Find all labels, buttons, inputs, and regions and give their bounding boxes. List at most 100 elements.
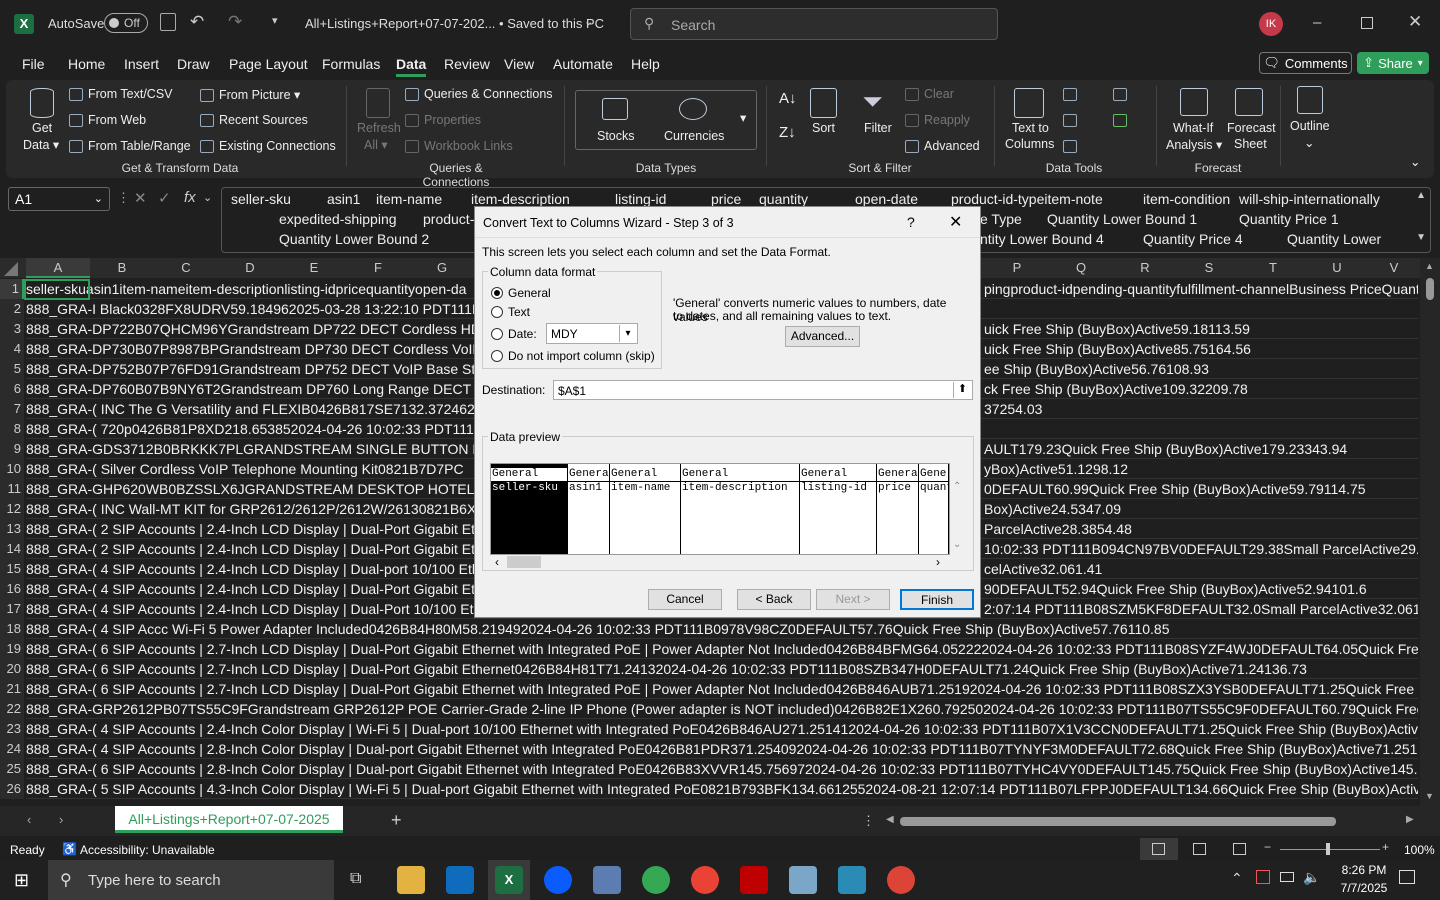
row-header[interactable]: 1 bbox=[0, 279, 24, 299]
skip-label[interactable]: Do not import column (skip) bbox=[508, 349, 655, 363]
get-data-button[interactable]: Data ▾ bbox=[23, 137, 59, 152]
collapse-ribbon-icon[interactable]: ⌄ bbox=[1410, 154, 1420, 169]
cancel-button[interactable]: Cancel bbox=[648, 589, 722, 610]
reapply-button[interactable]: Reapply bbox=[905, 113, 970, 128]
accessibility-status[interactable]: Accessibility: Unavailable bbox=[80, 843, 215, 857]
row-header[interactable]: 7 bbox=[0, 399, 24, 419]
confirm-entry-icon[interactable]: ✓ bbox=[158, 189, 171, 207]
column-header-b[interactable]: B bbox=[90, 258, 154, 278]
document-title[interactable]: All+Listings+Report+07-07-202... • Saved… bbox=[305, 16, 604, 31]
app-icon[interactable] bbox=[789, 866, 817, 894]
horizontal-scroll-thumb[interactable] bbox=[900, 817, 1336, 826]
column-header-r[interactable]: R bbox=[1113, 258, 1177, 278]
avatar[interactable]: IK bbox=[1259, 12, 1283, 36]
outline-button[interactable]: Outline bbox=[1290, 119, 1330, 133]
scroll-right-icon[interactable]: ▶ bbox=[1406, 814, 1414, 825]
menu-formulas[interactable]: Formulas bbox=[322, 56, 380, 72]
column-header-g[interactable]: G bbox=[410, 258, 474, 278]
date-format-select[interactable]: MDY ▾ bbox=[546, 323, 638, 344]
menu-insert[interactable]: Insert bbox=[124, 56, 159, 72]
zoom-app-icon[interactable] bbox=[544, 866, 572, 894]
remove-duplicates-icon[interactable] bbox=[1063, 114, 1077, 127]
scroll-down-icon[interactable]: ▼ bbox=[1425, 791, 1434, 801]
sort-z-a-icon[interactable]: Z↓ bbox=[779, 124, 796, 141]
filezilla-icon[interactable] bbox=[740, 866, 768, 894]
destination-input[interactable]: $A$1 ⬆ bbox=[553, 380, 973, 400]
row-header[interactable]: 8 bbox=[0, 419, 24, 439]
forecast-sheet-button[interactable]: Forecast bbox=[1227, 121, 1276, 135]
clear-button[interactable]: Clear bbox=[905, 87, 954, 102]
column-header-u[interactable]: U bbox=[1305, 258, 1369, 278]
column-header-d[interactable]: D bbox=[218, 258, 282, 278]
scroll-left-icon[interactable]: ◀ bbox=[886, 814, 894, 825]
customize-toolbar-icon[interactable]: ▾ bbox=[272, 14, 278, 27]
autosave-toggle[interactable]: Off bbox=[104, 13, 148, 33]
chevron-down-icon[interactable]: ⌄ bbox=[584, 15, 593, 28]
row-header[interactable]: 22 bbox=[0, 699, 24, 719]
data-validation-icon[interactable] bbox=[1063, 140, 1077, 153]
preview-scroll-thumb[interactable] bbox=[507, 556, 541, 568]
app-icon[interactable] bbox=[838, 866, 866, 894]
tray-chevron-icon[interactable]: ⌃ bbox=[1231, 870, 1243, 887]
menu-help[interactable]: Help bbox=[631, 56, 660, 72]
currencies-button[interactable]: Currencies bbox=[664, 129, 724, 143]
scroll-up-icon[interactable]: ▲ bbox=[1425, 261, 1434, 271]
chrome-profile-icon[interactable] bbox=[691, 866, 719, 894]
data-preview[interactable]: General seller-sku Genera asin1 General ite… bbox=[490, 463, 950, 555]
menu-view[interactable]: View bbox=[504, 56, 534, 72]
preview-column[interactable]: General item-description bbox=[681, 464, 800, 554]
column-header-t[interactable]: T bbox=[1241, 258, 1305, 278]
add-sheet-icon[interactable]: + bbox=[391, 810, 402, 831]
row-header[interactable]: 15 bbox=[0, 559, 24, 579]
table-row[interactable]: 888_GRA-( 4 SIP Accounts | 2.4-Inch Colo… bbox=[26, 719, 1418, 739]
dialog-close-icon[interactable]: ✕ bbox=[949, 212, 962, 232]
share-button[interactable]: ⇪ Share ▾ bbox=[1357, 52, 1429, 74]
from-text-csv-button[interactable]: From Text/CSV bbox=[69, 87, 173, 102]
next-sheet-icon[interactable]: › bbox=[59, 812, 63, 827]
network-icon[interactable] bbox=[1280, 872, 1294, 882]
stocks-button[interactable]: Stocks bbox=[597, 129, 635, 143]
preview-scroll-right-icon[interactable]: › bbox=[936, 555, 940, 569]
advanced-button[interactable]: Advanced... bbox=[785, 326, 860, 347]
formula-scroll-up-icon[interactable]: ▲ bbox=[1416, 190, 1426, 201]
preview-scroll-left-icon[interactable]: ‹ bbox=[495, 555, 499, 569]
recent-sources-button[interactable]: Recent Sources bbox=[200, 113, 308, 128]
row-header[interactable]: 14 bbox=[0, 539, 24, 559]
row-header[interactable]: 12 bbox=[0, 499, 24, 519]
row-header[interactable]: 9 bbox=[0, 439, 24, 459]
clock-time[interactable]: 8:26 PM bbox=[1334, 863, 1394, 877]
data-model-icon[interactable] bbox=[1113, 114, 1127, 127]
back-button[interactable]: < Back bbox=[737, 589, 811, 610]
row-header[interactable]: 19 bbox=[0, 639, 24, 659]
windows-start-icon[interactable]: ⊞ bbox=[14, 870, 29, 891]
consolidate-icon[interactable] bbox=[1113, 88, 1127, 101]
column-header-c[interactable]: C bbox=[154, 258, 218, 278]
row-header[interactable]: 2 bbox=[0, 299, 24, 319]
redo-icon[interactable]: ↷ bbox=[228, 12, 242, 32]
preview-column[interactable]: Genera asin1 bbox=[568, 464, 610, 554]
row-header[interactable]: 13 bbox=[0, 519, 24, 539]
sort-button[interactable]: Sort bbox=[812, 121, 835, 135]
from-web-button[interactable]: From Web bbox=[69, 113, 146, 128]
menu-data[interactable]: Data bbox=[396, 56, 427, 77]
text-label[interactable]: Text bbox=[508, 305, 530, 319]
skip-radio[interactable] bbox=[491, 350, 503, 362]
row-header[interactable]: 18 bbox=[0, 619, 24, 639]
save-icon[interactable] bbox=[160, 13, 176, 31]
table-row[interactable]: 888_GRA-( 6 SIP Accounts | 2.8-Inch Colo… bbox=[26, 759, 1418, 779]
next-button[interactable]: Next > bbox=[816, 589, 890, 610]
date-label[interactable]: Date: bbox=[508, 327, 537, 341]
taskbar-search-box[interactable]: ⚲ Type here to search bbox=[48, 860, 334, 900]
clock-date[interactable]: 7/7/2025 bbox=[1331, 881, 1397, 895]
row-header[interactable]: 5 bbox=[0, 359, 24, 379]
undo-icon[interactable]: ↶ bbox=[190, 12, 204, 32]
close-icon[interactable]: ✕ bbox=[1408, 12, 1422, 32]
advanced-filter-button[interactable]: Advanced bbox=[905, 139, 980, 154]
row-header[interactable]: 25 bbox=[0, 759, 24, 779]
formula-expand-icon[interactable]: ⌄ bbox=[203, 191, 212, 204]
table-row[interactable]: 888_GRA-( 5 SIP Accounts | 4.3-Inch Colo… bbox=[26, 779, 1418, 799]
what-if-button[interactable]: What-If bbox=[1173, 121, 1213, 135]
comments-button[interactable]: 🗨 Comments bbox=[1259, 52, 1352, 74]
notifications-icon[interactable] bbox=[1399, 870, 1415, 884]
column-header-e[interactable]: E bbox=[282, 258, 346, 278]
